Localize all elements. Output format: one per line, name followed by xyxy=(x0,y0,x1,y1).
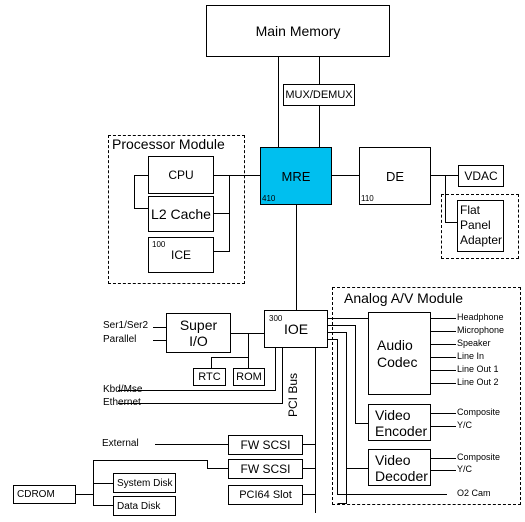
audio-out-headphone: Headphone xyxy=(457,312,504,322)
audio-out-line-out-2: Line Out 2 xyxy=(457,377,499,387)
main-memory-label: Main Memory xyxy=(255,23,341,39)
audio-out-line-out-1: Line Out 1 xyxy=(457,364,499,374)
mre-block[interactable]: MRE 410 xyxy=(260,147,332,205)
pci64-slot-block[interactable]: PCI64 Slot xyxy=(228,485,303,505)
encoder-out-yc: Y/C xyxy=(457,420,473,430)
video-decoder-line-1: Video xyxy=(375,451,411,468)
fw-scsi-1-label: FW SCSI xyxy=(240,438,291,452)
l2-cache-block[interactable]: L2 Cache xyxy=(148,196,214,232)
super-io-line-2: I/O xyxy=(189,333,208,349)
mux-demux-label: MUX/DEMUX xyxy=(285,89,353,101)
parallel-label: Parallel xyxy=(103,334,137,345)
audio-codec-line-2: Codec xyxy=(377,353,418,370)
kbd-mse-label: Kbd/Mse xyxy=(103,384,143,395)
pci-bus-label: PCI Bus xyxy=(286,372,300,417)
analog-av-module-label: Analog A/V Module xyxy=(344,290,464,306)
flat-panel-line-1: Flat xyxy=(460,203,481,217)
ice-number: 100 xyxy=(152,240,166,249)
rtc-label: RTC xyxy=(198,371,221,383)
encoder-out-composite: Composite xyxy=(457,407,501,417)
fw-scsi-2-label: FW SCSI xyxy=(240,462,291,476)
mux-demux-block[interactable]: MUX/DEMUX xyxy=(283,84,355,106)
o2-cam-label: O2 Cam xyxy=(457,488,491,498)
audio-codec-block[interactable]: Audio Codec xyxy=(368,312,431,395)
audio-out-microphone: Microphone xyxy=(457,325,505,335)
mre-number: 410 xyxy=(262,194,276,203)
video-decoder-line-2: Decoder xyxy=(375,467,428,484)
de-block[interactable]: DE 110 xyxy=(359,147,431,205)
cpu-label: CPU xyxy=(168,168,194,182)
flat-panel-line-2: Panel xyxy=(460,218,491,232)
pci64-slot-label: PCI64 Slot xyxy=(239,489,292,501)
system-disk-block[interactable]: System Disk xyxy=(113,473,176,493)
flat-panel-line-3: Adapter xyxy=(460,233,503,247)
de-label: DE xyxy=(385,168,405,184)
vdac-label: VDAC xyxy=(464,169,498,183)
l2-cache-label: L2 Cache xyxy=(151,206,211,222)
fw-scsi-2-block[interactable]: FW SCSI xyxy=(228,459,303,479)
decoder-out-composite: Composite xyxy=(457,452,501,462)
system-disk-label: System Disk xyxy=(117,478,173,489)
cpu-block[interactable]: CPU xyxy=(148,156,214,194)
ethernet-label: Ethernet xyxy=(103,397,141,408)
audio-out-line-in: Line In xyxy=(457,351,485,361)
external-label: External xyxy=(102,438,139,449)
decoder-out-yc: Y/C xyxy=(457,464,473,474)
video-encoder-line-2: Encoder xyxy=(375,422,428,439)
super-io-line-1: Super xyxy=(179,317,218,333)
ice-label: ICE xyxy=(170,248,191,262)
cdrom-label: CDROM xyxy=(17,489,55,500)
de-number: 110 xyxy=(361,194,374,203)
ioe-label: IOE xyxy=(283,321,309,337)
super-io-block[interactable]: Super I/O xyxy=(166,313,231,353)
main-memory-block[interactable]: Main Memory xyxy=(206,5,390,57)
processor-module-label: Processor Module xyxy=(112,136,225,152)
ice-block[interactable]: ICE 100 xyxy=(148,237,214,273)
audio-codec-line-1: Audio xyxy=(377,336,413,353)
ser-label: Ser1/Ser2 xyxy=(103,320,149,331)
rtc-block[interactable]: RTC xyxy=(193,368,226,386)
ioe-number: 300 xyxy=(269,314,283,323)
ioe-block[interactable]: IOE 300 xyxy=(264,310,328,348)
audio-out-speaker: Speaker xyxy=(457,338,491,348)
vdac-block[interactable]: VDAC xyxy=(458,165,504,187)
video-encoder-line-1: Video xyxy=(375,406,411,423)
video-encoder-block[interactable]: Video Encoder xyxy=(368,404,431,441)
fw-scsi-1-block[interactable]: FW SCSI xyxy=(228,435,303,455)
video-decoder-block[interactable]: Video Decoder xyxy=(368,449,431,486)
flat-panel-adapter-block[interactable]: Flat Panel Adapter xyxy=(457,200,504,252)
data-disk-block[interactable]: Data Disk xyxy=(113,496,176,516)
rom-block[interactable]: ROM xyxy=(233,368,265,386)
mre-label: MRE xyxy=(281,168,311,184)
data-disk-label: Data Disk xyxy=(117,501,161,512)
rom-label: ROM xyxy=(236,371,262,383)
cdrom-block[interactable]: CDROM xyxy=(13,485,76,504)
